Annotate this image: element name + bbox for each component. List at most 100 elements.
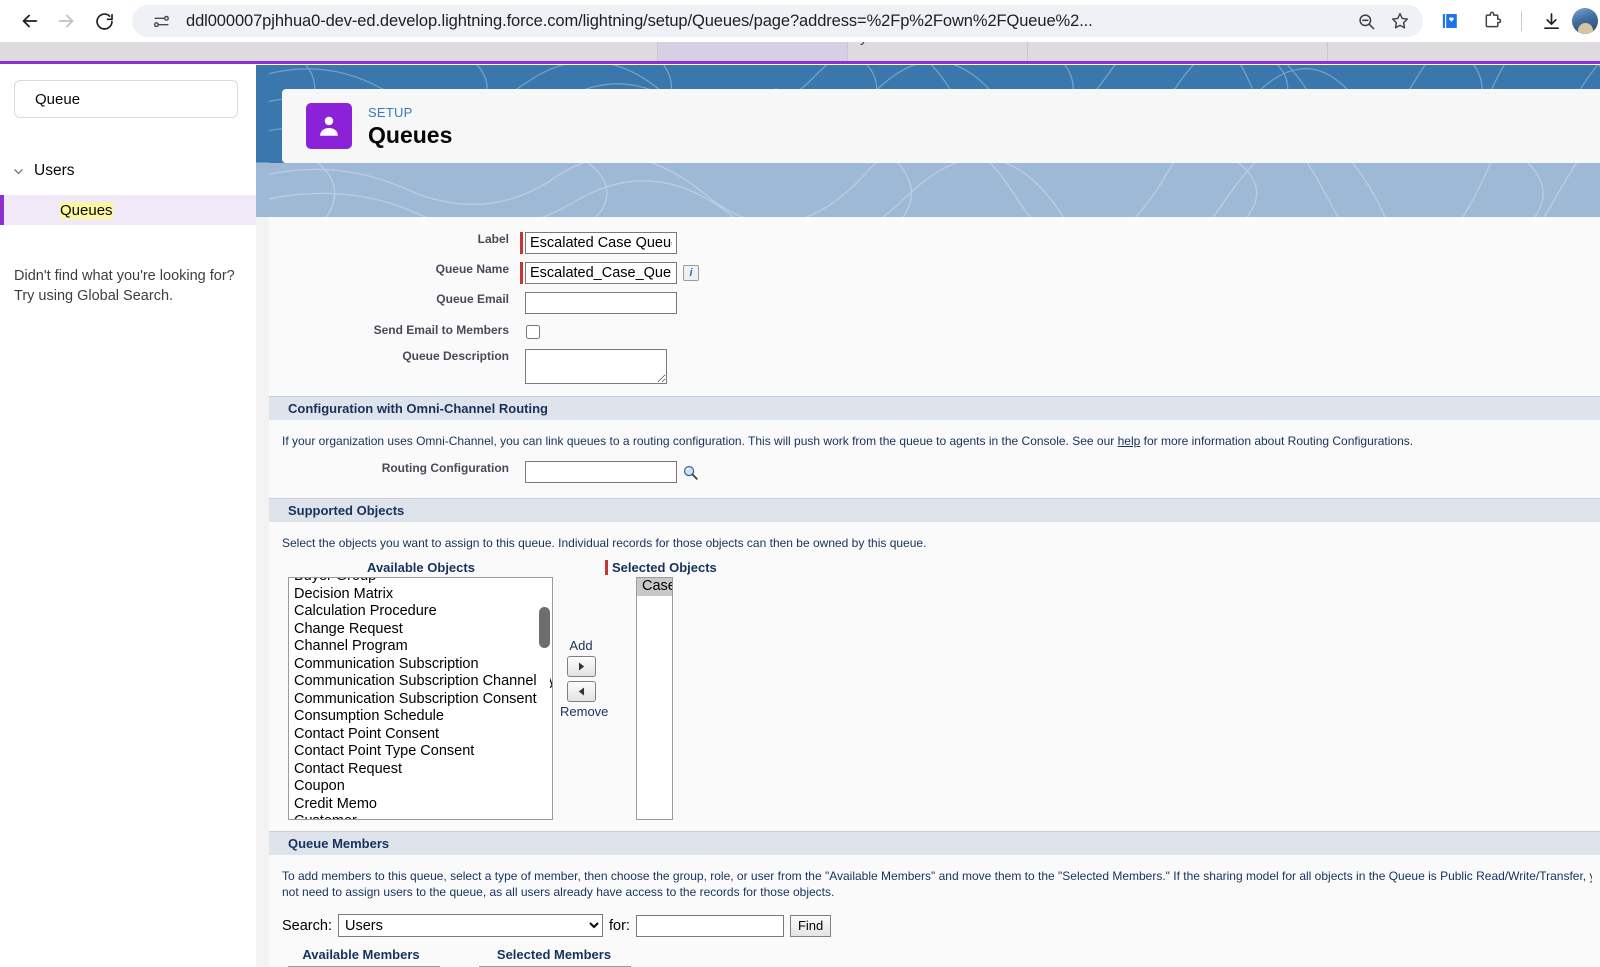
add-object-button[interactable]	[566, 656, 596, 677]
queue-members-header: Queue Members	[269, 831, 1600, 855]
available-object-option[interactable]: Communication Subscription Consent	[289, 691, 552, 709]
remove-object-button[interactable]	[566, 681, 596, 702]
sf-tab-2[interactable]: y	[848, 42, 1028, 61]
available-objects-list[interactable]: Buyer Group Decision Matrix Calculation …	[288, 577, 553, 820]
address-bar[interactable]: ddl000007pjhhua0-dev-ed.develop.lightnin…	[132, 5, 1423, 37]
sf-tab-0[interactable]	[0, 42, 658, 61]
sf-tab-1[interactable]	[658, 42, 848, 61]
reload-button[interactable]	[86, 3, 122, 39]
supported-objects-header: Supported Objects	[269, 498, 1600, 522]
available-object-option[interactable]: Consumption Schedule	[289, 708, 552, 726]
selected-members-header: Selected Members	[496, 947, 612, 962]
available-object-option[interactable]: Customer	[289, 813, 552, 819]
queue-name-input[interactable]	[525, 262, 677, 284]
queue-description-textarea[interactable]	[525, 349, 667, 384]
queue-description-field-label: Queue Description	[402, 349, 509, 363]
required-marker-queue-name	[520, 262, 523, 284]
member-search-input[interactable]	[635, 914, 784, 937]
remove-label: Remove	[560, 704, 609, 719]
setup-header-text: SETUP Queues	[368, 105, 452, 148]
available-object-option[interactable]: Communication Subscription Channel Type	[289, 673, 552, 691]
available-object-option[interactable]: Calculation Procedure	[289, 603, 552, 621]
page-title: Queues	[368, 121, 453, 148]
info-icon[interactable]: i	[683, 265, 699, 281]
lookup-magnifier-icon[interactable]	[682, 464, 699, 481]
reading-list-button[interactable]	[1433, 4, 1467, 38]
field-row-queue-name: Queue Name i	[269, 262, 1600, 284]
available-object-option[interactable]: Channel Program	[289, 638, 552, 656]
omni-section-description: If your organization uses Omni-Channel, …	[282, 433, 1600, 449]
omni-help-link[interactable]: help	[1118, 434, 1141, 448]
field-row-send-email: Send Email to Members	[269, 323, 1600, 339]
field-row-queue-description: Queue Description	[269, 349, 1600, 384]
tune-icon	[153, 15, 169, 27]
available-object-option[interactable]: Credit Memo	[289, 796, 552, 814]
available-object-option[interactable]: Decision Matrix	[289, 586, 552, 604]
toolbar-divider	[1521, 11, 1522, 31]
label-input[interactable]	[525, 232, 677, 254]
sidebar-item-label: Queues	[60, 201, 113, 219]
reading-list-icon	[1442, 14, 1457, 28]
reload-icon	[95, 12, 113, 30]
sf-tab-3-label: s	[1040, 42, 1048, 46]
available-object-option[interactable]: Contact Point Type Consent	[289, 743, 552, 761]
sidebar-group-users[interactable]: Users	[0, 160, 256, 182]
available-objects-header: Available Objects	[367, 560, 475, 575]
site-information-button[interactable]	[146, 6, 176, 36]
selected-objects-header: Selected Objects	[612, 560, 717, 575]
downloads-button[interactable]	[1534, 4, 1568, 38]
transfer-controls: Add Remove	[560, 638, 609, 719]
sidebar-item-queues[interactable]: Queues	[0, 195, 256, 225]
selected-objects-list[interactable]: Case	[636, 577, 673, 820]
member-search-for-label: for:	[608, 917, 630, 934]
queue-name-field-label: Queue Name	[435, 262, 509, 276]
field-row-queue-email: Queue Email	[269, 292, 1600, 314]
find-button[interactable]: Find	[789, 914, 832, 937]
omni-desc-pre: If your organization uses Omni-Channel, …	[282, 434, 1118, 448]
back-button[interactable]	[12, 3, 48, 39]
required-marker-label	[520, 232, 523, 254]
omni-desc-post: for more information about Routing Confi…	[1140, 434, 1414, 448]
quick-find-input[interactable]	[33, 89, 236, 109]
profile-avatar[interactable]	[1572, 8, 1598, 34]
send-email-checkbox[interactable]	[526, 325, 540, 339]
zoom-out-button[interactable]	[1351, 6, 1381, 36]
sidebar-group-label: Users	[34, 162, 75, 179]
available-object-option[interactable]: Coupon	[289, 778, 552, 796]
omni-section-header: Configuration with Omni-Channel Routing	[269, 396, 1600, 420]
available-members-header: Available Members	[302, 947, 420, 962]
available-object-option[interactable]: Contact Request	[289, 761, 552, 779]
available-object-option[interactable]: Communication Subscription	[289, 656, 552, 674]
salesforce-tab-strip: Service Setup y s	[0, 42, 1600, 64]
routing-configuration-input[interactable]	[525, 461, 677, 483]
available-object-option[interactable]: Buyer Group	[289, 578, 552, 586]
setup-content-area: SETUP Queues Label Queue Name i Queue Em…	[256, 65, 1600, 967]
routing-configuration-label: Routing Configuration	[381, 461, 509, 475]
available-object-option[interactable]: Change Request	[289, 621, 552, 639]
forward-arrow-icon	[58, 14, 74, 28]
sf-tab-3[interactable]: s	[1028, 42, 1328, 61]
queue-members-description-line1: To add members to this queue, select a t…	[282, 869, 1592, 883]
back-arrow-icon	[22, 14, 38, 28]
member-search-type-select[interactable]: Users Public Groups Roles Roles and Subo…	[337, 914, 603, 937]
banner-side-stripe	[256, 65, 269, 217]
queue-members-description: To add members to this queue, select a t…	[282, 868, 1592, 900]
extensions-button[interactable]	[1475, 4, 1509, 38]
forward-button[interactable]	[48, 3, 84, 39]
queue-members-description-line2: not need to assign users to the queue, a…	[282, 885, 835, 899]
selected-objects-required-marker	[605, 560, 608, 575]
supported-objects-picker: Available Objects Selected Objects Buyer…	[269, 560, 1600, 820]
chevron-down-icon	[14, 168, 23, 174]
available-objects-scrollbar-thumb[interactable]	[539, 607, 550, 648]
bookmark-button[interactable]	[1385, 6, 1415, 36]
queue-email-input[interactable]	[525, 292, 677, 314]
member-search-label: Search:	[282, 917, 332, 934]
user-avatar-icon	[306, 103, 352, 149]
sidebar-hint: Didn't find what you're looking for? Try…	[14, 266, 240, 306]
url-text: ddl000007pjhhua0-dev-ed.develop.lightnin…	[186, 11, 1093, 30]
quick-find-box[interactable]	[14, 80, 238, 118]
banner-lower-pattern	[256, 163, 1578, 217]
available-object-option[interactable]: Contact Point Consent	[289, 726, 552, 744]
selected-object-option[interactable]: Case	[637, 578, 672, 596]
download-icon	[1543, 12, 1559, 29]
